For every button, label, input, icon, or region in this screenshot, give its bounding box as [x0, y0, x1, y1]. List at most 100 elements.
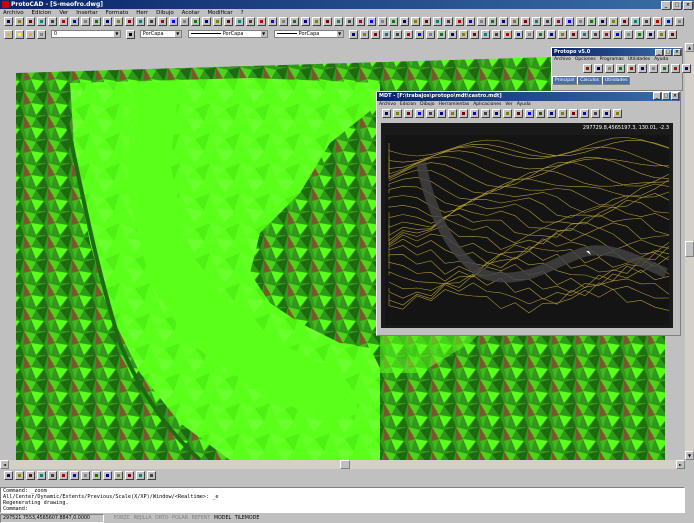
- horizontal-scrollbar[interactable]: ◄ ►: [0, 460, 685, 469]
- standard-tool-icon[interactable]: [279, 17, 288, 26]
- tab-utilidades[interactable]: Utilidades: [602, 76, 631, 85]
- protopo-minimize-button[interactable]: _: [655, 49, 663, 56]
- view-tool-icon[interactable]: [70, 471, 79, 480]
- draw-tool-icon[interactable]: [568, 30, 578, 39]
- mdt-title-bar[interactable]: MDT - [F:\trabajos\protopo\mdt\castro.md…: [377, 92, 680, 101]
- mdt-tool-icon[interactable]: [481, 109, 490, 118]
- mdt-window[interactable]: MDT - [F:\trabajos\protopo\mdt\castro.md…: [376, 91, 681, 336]
- draw-tool-icon[interactable]: [645, 30, 655, 39]
- standard-tool-icon[interactable]: [345, 17, 354, 26]
- mdt-tool-icon[interactable]: [602, 109, 611, 118]
- draw-tool-icon[interactable]: [381, 30, 391, 39]
- view-tool-icon[interactable]: [114, 471, 123, 480]
- standard-tool-icon[interactable]: [202, 17, 211, 26]
- mdt-tool-icon[interactable]: [591, 109, 600, 118]
- mdt-tool-icon[interactable]: [558, 109, 567, 118]
- standard-tool-icon[interactable]: [433, 17, 442, 26]
- standard-tool-icon[interactable]: [543, 17, 552, 26]
- standard-tool-icon[interactable]: [48, 17, 57, 26]
- draw-tool-icon[interactable]: [557, 30, 567, 39]
- command-prompt[interactable]: Command:: [3, 506, 684, 512]
- color-swatch-icon[interactable]: [125, 30, 135, 39]
- standard-tool-icon[interactable]: [609, 17, 618, 26]
- standard-tool-icon[interactable]: [136, 17, 145, 26]
- standard-tool-icon[interactable]: [301, 17, 310, 26]
- draw-tool-icon[interactable]: [667, 30, 677, 39]
- standard-tool-icon[interactable]: [158, 17, 167, 26]
- scroll-thumb[interactable]: [685, 241, 694, 257]
- draw-tool-icon[interactable]: [403, 30, 413, 39]
- standard-tool-icon[interactable]: [26, 17, 35, 26]
- mdt-menu-aplicaciones[interactable]: Aplicaciones: [473, 102, 501, 107]
- protopo-tool-icon[interactable]: [671, 64, 680, 73]
- standard-tool-icon[interactable]: [422, 17, 431, 26]
- mdt-tool-icon[interactable]: [503, 109, 512, 118]
- standard-tool-icon[interactable]: [587, 17, 596, 26]
- standard-tool-icon[interactable]: [180, 17, 189, 26]
- mode-polar[interactable]: POLAR: [172, 516, 188, 521]
- mdt-menu-edicion[interactable]: Edicion: [400, 102, 416, 107]
- view-tool-icon[interactable]: [103, 471, 112, 480]
- standard-tool-icon[interactable]: [92, 17, 101, 26]
- protopo-tool-icon[interactable]: [616, 64, 625, 73]
- mode-orto[interactable]: ORTO: [155, 516, 168, 521]
- standard-tool-icon[interactable]: [653, 17, 662, 26]
- draw-tool-icon[interactable]: [392, 30, 402, 39]
- standard-tool-icon[interactable]: [631, 17, 640, 26]
- standard-tool-icon[interactable]: [4, 17, 13, 26]
- mdt-tool-icon[interactable]: [459, 109, 468, 118]
- tab-principal[interactable]: Principal: [552, 76, 578, 85]
- mdt-menu-dibujo[interactable]: Dibujo: [420, 102, 434, 107]
- menu-dibujo[interactable]: Dibujo: [156, 10, 174, 16]
- draw-tool-icon[interactable]: [370, 30, 380, 39]
- draw-tool-icon[interactable]: [535, 30, 545, 39]
- mdt-tool-icon[interactable]: [415, 109, 424, 118]
- mode-forzc[interactable]: FORZC: [114, 516, 131, 521]
- scroll-right-button[interactable]: ►: [676, 460, 685, 469]
- standard-tool-icon[interactable]: [125, 17, 134, 26]
- view-tool-icon[interactable]: [92, 471, 101, 480]
- mdt-tool-icon[interactable]: [613, 109, 622, 118]
- standard-tool-icon[interactable]: [499, 17, 508, 26]
- protopo-menu-utilidades[interactable]: Utilidades: [628, 57, 650, 62]
- standard-tool-icon[interactable]: [565, 17, 574, 26]
- protopo-menu-ayuda[interactable]: Ayuda: [654, 57, 668, 62]
- standard-tool-icon[interactable]: [455, 17, 464, 26]
- draw-tool-icon[interactable]: [634, 30, 644, 39]
- draw-tool-icon[interactable]: [513, 30, 523, 39]
- vertical-scrollbar[interactable]: ▲ ▼: [685, 43, 694, 460]
- standard-tool-icon[interactable]: [103, 17, 112, 26]
- mdt-tool-icon[interactable]: [536, 109, 545, 118]
- standard-tool-icon[interactable]: [389, 17, 398, 26]
- draw-tool-icon[interactable]: [491, 30, 501, 39]
- layer-combo[interactable]: 0 ▼: [50, 30, 121, 38]
- standard-tool-icon[interactable]: [147, 17, 156, 26]
- standard-tool-icon[interactable]: [367, 17, 376, 26]
- mdt-menu-archivo[interactable]: Archivo: [379, 102, 396, 107]
- protopo-maximize-button[interactable]: □: [664, 49, 672, 56]
- standard-tool-icon[interactable]: [532, 17, 541, 26]
- standard-tool-icon[interactable]: [114, 17, 123, 26]
- lock-icon[interactable]: [37, 30, 46, 39]
- view-tool-icon[interactable]: [59, 471, 68, 480]
- protopo-tool-icon[interactable]: [638, 64, 647, 73]
- menu-herr[interactable]: Herr: [136, 10, 148, 16]
- standard-tool-icon[interactable]: [15, 17, 24, 26]
- scroll-down-button[interactable]: ▼: [685, 451, 694, 460]
- mdt-tool-icon[interactable]: [448, 109, 457, 118]
- view-tool-icon[interactable]: [15, 471, 24, 480]
- standard-tool-icon[interactable]: [334, 17, 343, 26]
- mdt-menu-herramientas[interactable]: Herramientas: [439, 102, 470, 107]
- mdt-close-button[interactable]: ×: [671, 92, 679, 100]
- protopo-menu-programas[interactable]: Programas: [600, 57, 624, 62]
- standard-tool-icon[interactable]: [444, 17, 453, 26]
- standard-tool-icon[interactable]: [59, 17, 68, 26]
- tab-calculos[interactable]: Calculos: [577, 76, 603, 85]
- protopo-tool-icon[interactable]: [605, 64, 614, 73]
- standard-tool-icon[interactable]: [235, 17, 244, 26]
- draw-tool-icon[interactable]: [436, 30, 446, 39]
- menu-edicion[interactable]: Edicion: [31, 10, 51, 16]
- scroll-up-button[interactable]: ▲: [685, 43, 694, 52]
- draw-tool-icon[interactable]: [590, 30, 600, 39]
- mode-model[interactable]: MODEL: [214, 516, 231, 521]
